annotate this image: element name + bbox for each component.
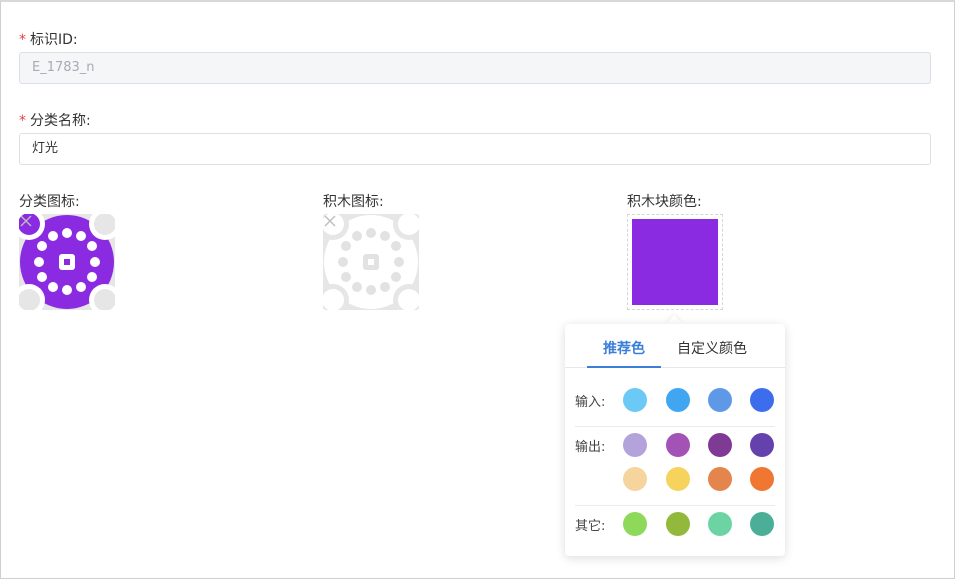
close-icon[interactable] bbox=[323, 214, 337, 228]
required-mark: * bbox=[19, 113, 26, 129]
tab-active-indicator bbox=[587, 366, 661, 368]
block-color-trigger[interactable] bbox=[627, 214, 723, 310]
color-option[interactable] bbox=[750, 512, 774, 536]
color-option[interactable] bbox=[750, 433, 774, 457]
close-icon[interactable] bbox=[19, 214, 33, 228]
required-mark: * bbox=[19, 32, 26, 48]
group-divider bbox=[575, 426, 775, 427]
lights-icon bbox=[19, 214, 115, 310]
tab-recommended[interactable]: 推荐色 bbox=[603, 338, 645, 358]
color-option[interactable] bbox=[708, 467, 732, 491]
color-option[interactable] bbox=[623, 388, 647, 412]
color-option[interactable] bbox=[708, 433, 732, 457]
name-label: * 分类名称: bbox=[19, 113, 91, 129]
color-option[interactable] bbox=[666, 512, 690, 536]
block-color-label: 积木块颜色: bbox=[627, 194, 702, 210]
picker-tabs: 推荐色 自定义颜色 bbox=[565, 324, 785, 368]
color-option[interactable] bbox=[666, 467, 690, 491]
name-field[interactable]: 灯光 bbox=[19, 133, 931, 165]
color-option[interactable] bbox=[750, 388, 774, 412]
group-divider bbox=[575, 505, 775, 506]
color-option[interactable] bbox=[708, 512, 732, 536]
color-picker-popover: 推荐色 自定义颜色 输入: 输出: 其它: bbox=[565, 324, 785, 556]
id-label: * 标识ID: bbox=[19, 32, 78, 48]
color-option[interactable] bbox=[623, 467, 647, 491]
color-option[interactable] bbox=[666, 433, 690, 457]
block-icon-label: 积木图标: bbox=[323, 194, 384, 210]
lights-icon bbox=[323, 214, 419, 310]
color-option[interactable] bbox=[623, 512, 647, 536]
color-group-label: 输入: bbox=[575, 395, 606, 410]
block-color-swatch[interactable] bbox=[632, 219, 718, 305]
color-option[interactable] bbox=[708, 388, 732, 412]
color-group-label: 其它: bbox=[575, 519, 606, 534]
category-icon-label: 分类图标: bbox=[19, 194, 80, 210]
block-icon-upload[interactable] bbox=[323, 214, 419, 310]
tab-custom-color[interactable]: 自定义颜色 bbox=[677, 338, 747, 358]
color-option[interactable] bbox=[623, 433, 647, 457]
category-icon-upload[interactable] bbox=[19, 214, 115, 310]
color-group-label: 输出: bbox=[575, 440, 606, 455]
form-panel bbox=[0, 0, 955, 579]
color-option[interactable] bbox=[666, 388, 690, 412]
color-option[interactable] bbox=[750, 467, 774, 491]
id-field[interactable]: E_1783_n bbox=[19, 52, 931, 84]
